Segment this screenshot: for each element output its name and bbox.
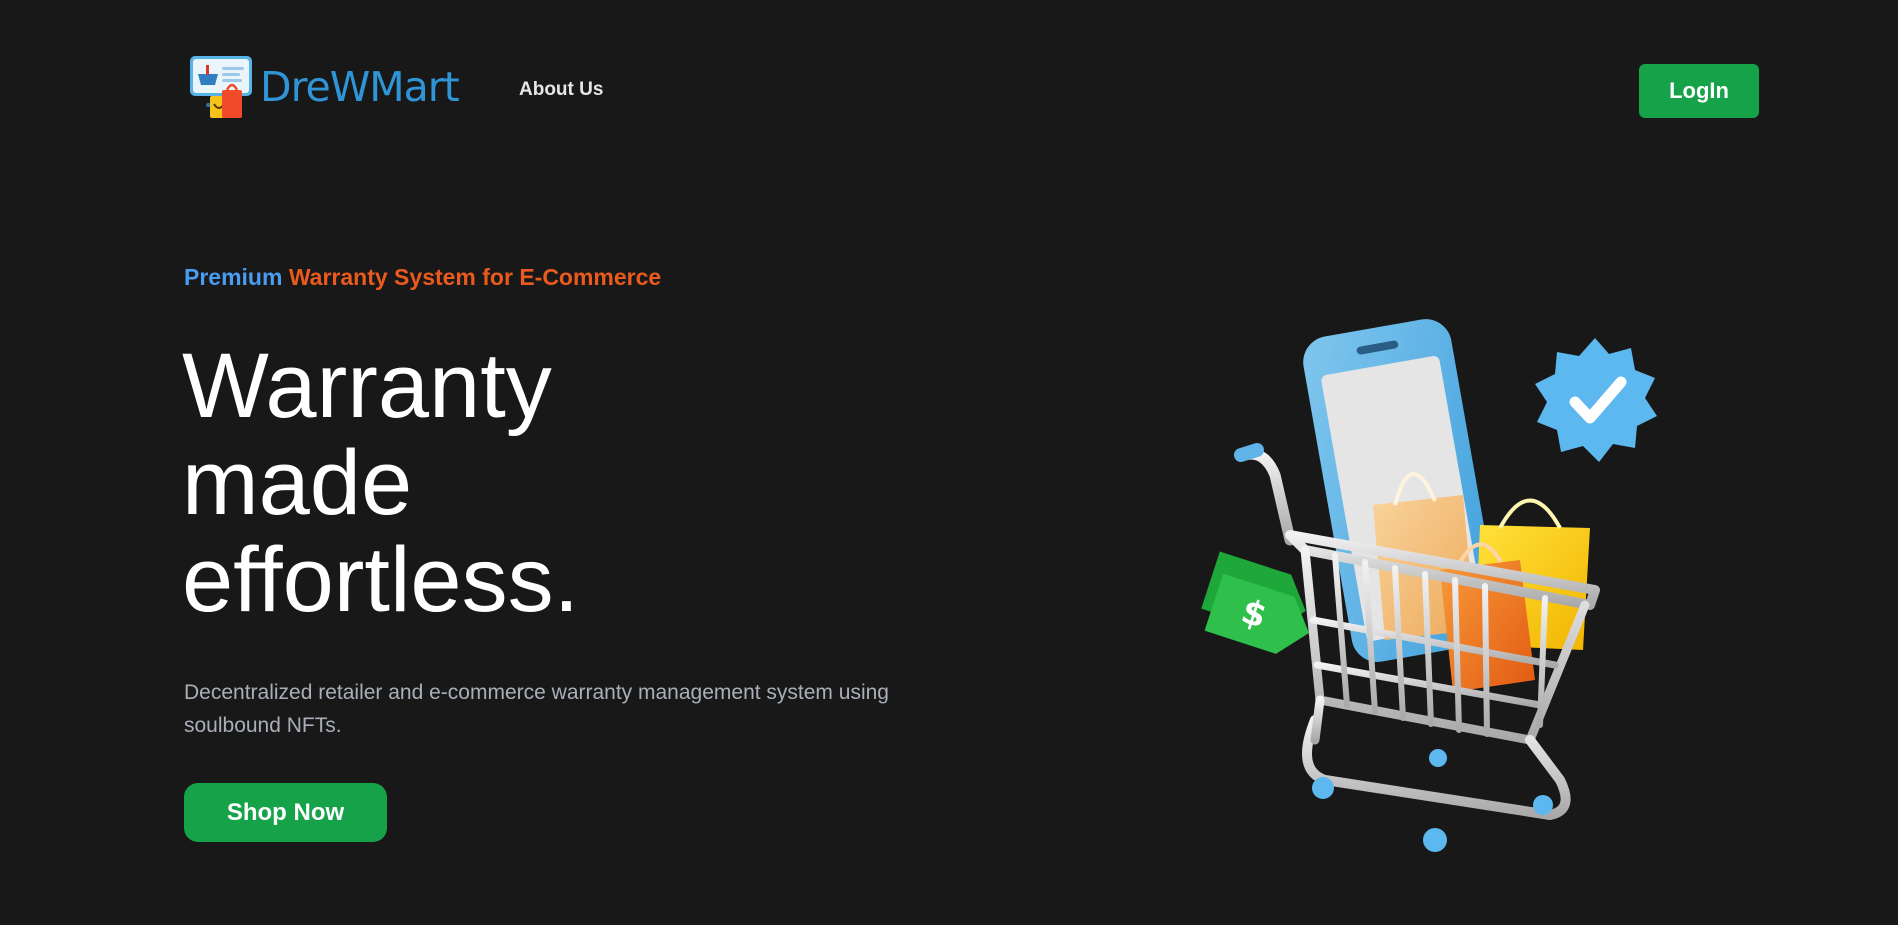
eyebrow-subtitle: Warranty System for E-Commerce	[288, 264, 662, 290]
hero-title-line: Warranty	[182, 335, 552, 437]
hero-title: Warranty made effortless.	[182, 338, 579, 629]
brand-name: DreWMart	[260, 62, 460, 111]
hero-eyebrow: Premium Warranty System for E-Commerce	[184, 264, 661, 291]
shop-logo-icon	[190, 56, 252, 118]
nav-link-about-us[interactable]: About Us	[519, 79, 603, 101]
shopping-cart-illustration: $	[1201, 319, 1657, 852]
login-button[interactable]: LogIn	[1639, 64, 1759, 118]
hero-title-line: effortless.	[182, 529, 580, 631]
navbar: DreWMart About Us LogIn	[0, 0, 1898, 185]
hero-title-line: made	[182, 432, 413, 534]
eyebrow-premium: Premium	[184, 264, 283, 290]
shop-now-button[interactable]: Shop Now	[184, 783, 387, 842]
brand-link[interactable]: DreWMart	[188, 52, 460, 122]
verified-badge-icon	[1535, 338, 1657, 462]
hero-description: Decentralized retailer and e-commerce wa…	[184, 681, 889, 737]
